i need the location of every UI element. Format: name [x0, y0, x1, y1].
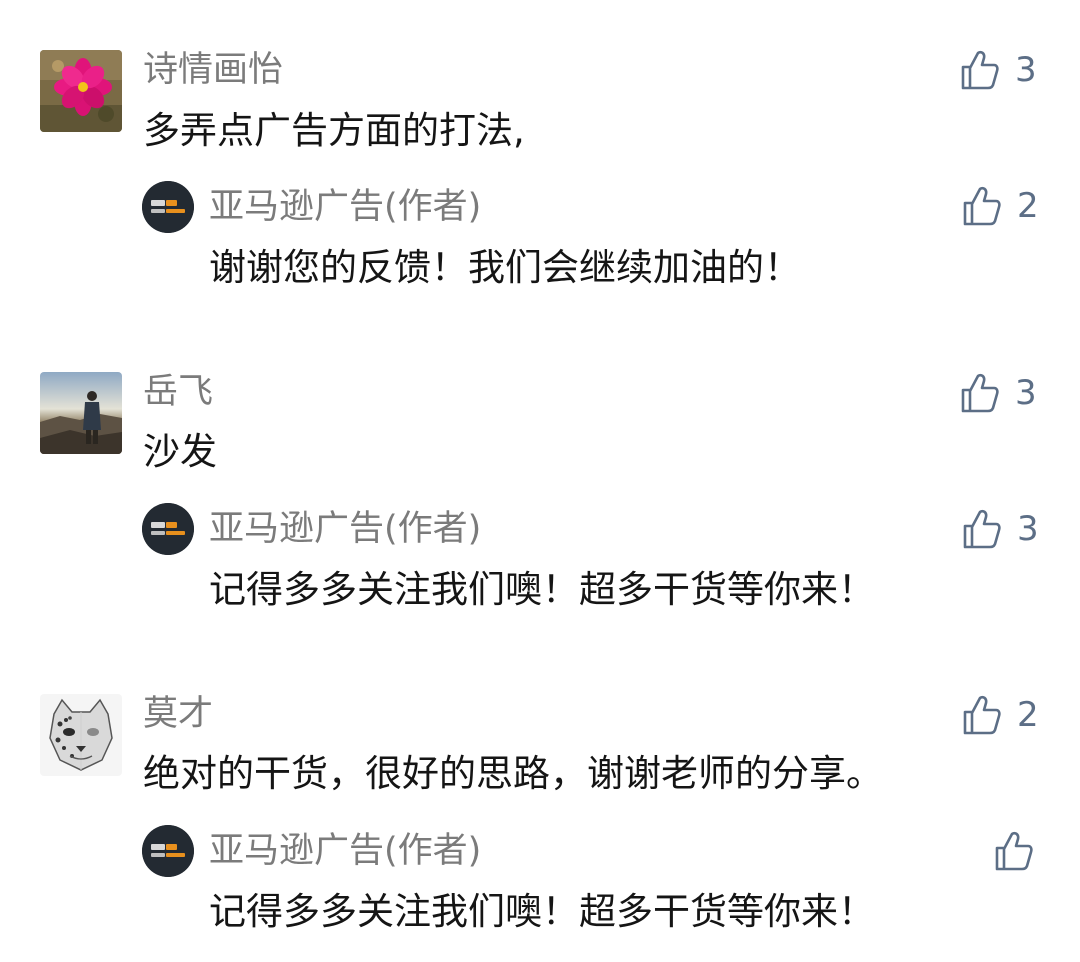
thumbs-up-icon — [961, 373, 999, 413]
author-avatar[interactable] — [142, 825, 194, 877]
commenter-name[interactable]: 岳飞 — [143, 372, 213, 412]
like-button[interactable] — [995, 829, 1033, 873]
like-button[interactable]: 3 — [961, 371, 1037, 415]
comment-text: 绝对的干货，很好的思路，谢谢老师的分享。 — [143, 752, 883, 795]
comment-text: 多弄点广告方面的打法, — [143, 109, 525, 152]
commenter-name[interactable]: 诗情画怡 — [143, 50, 283, 90]
comment-text: 沙发 — [143, 430, 217, 473]
like-button[interactable]: 2 — [963, 693, 1039, 737]
landscape-person-avatar-icon — [40, 372, 122, 454]
like-count: 3 — [1015, 373, 1037, 413]
thumbs-up-icon — [963, 186, 1001, 226]
author-name[interactable]: 亚马逊广告(作者) — [209, 831, 481, 871]
amazon-advertising-logo-icon — [142, 825, 194, 877]
commenter-name[interactable]: 莫才 — [143, 694, 213, 734]
author-avatar[interactable] — [142, 503, 194, 555]
amazon-advertising-logo-icon — [142, 503, 194, 555]
thumbs-up-icon — [961, 50, 999, 90]
user-avatar[interactable] — [40, 694, 122, 776]
like-count: 3 — [1015, 50, 1037, 90]
reply-text: 记得多多关注我们噢！超多干货等你来！ — [209, 890, 875, 933]
like-count: 3 — [1017, 509, 1039, 549]
author-avatar[interactable] — [142, 181, 194, 233]
author-name[interactable]: 亚马逊广告(作者) — [209, 509, 481, 549]
author-name[interactable]: 亚马逊广告(作者) — [209, 187, 481, 227]
thumbs-up-icon — [963, 695, 1001, 735]
like-button[interactable]: 2 — [963, 184, 1039, 228]
comment-list: 诗情画怡 3 多弄点广告方面的打法, 亚马逊广告(作者) 2 谢谢您的反馈！我们… — [0, 0, 1080, 962]
like-count: 2 — [1017, 186, 1039, 226]
reply-text: 记得多多关注我们噢！超多干货等你来！ — [209, 568, 875, 611]
pink-flower-avatar-icon — [40, 50, 122, 132]
like-count: 2 — [1017, 695, 1039, 735]
user-avatar[interactable] — [40, 372, 122, 454]
thumbs-up-icon — [995, 831, 1033, 871]
like-button[interactable]: 3 — [961, 48, 1037, 92]
amazon-advertising-logo-icon — [142, 181, 194, 233]
user-avatar[interactable] — [40, 50, 122, 132]
thumbs-up-icon — [963, 509, 1001, 549]
leopard-sketch-avatar-icon — [40, 694, 122, 776]
like-button[interactable]: 3 — [963, 507, 1039, 551]
reply-text: 谢谢您的反馈！我们会继续加油的！ — [209, 246, 801, 289]
